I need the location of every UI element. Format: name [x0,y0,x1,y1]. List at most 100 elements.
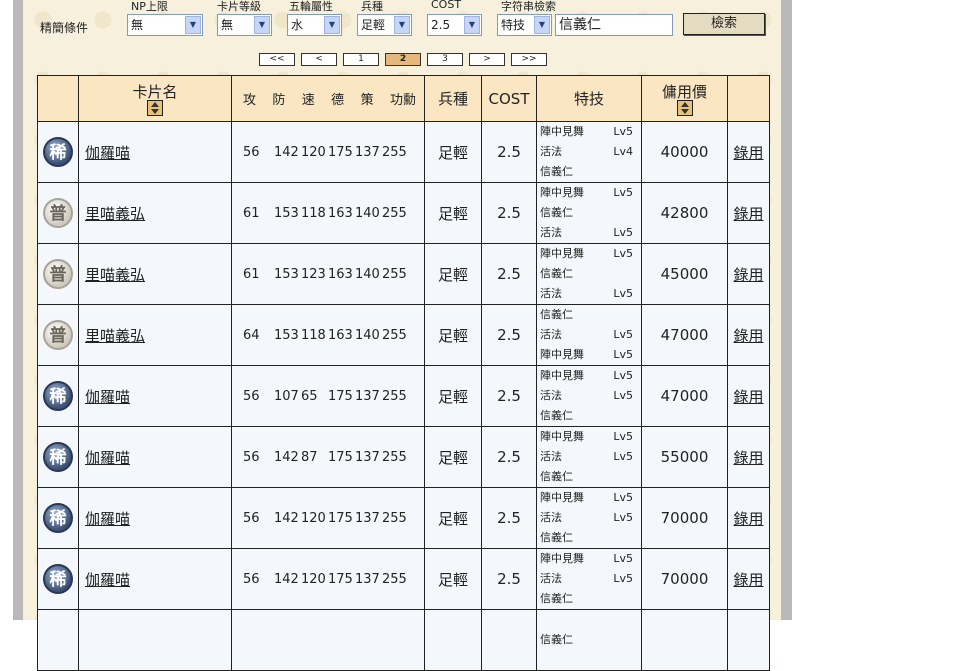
skill-level: Lv5 [613,430,633,443]
card-name-cell: 伽羅喵 [78,487,232,549]
chevron-down-icon[interactable]: ▼ [394,16,410,34]
stat-str: 137 [355,571,380,587]
pager-prev[interactable]: < [301,53,337,66]
skill-name: 信義仁 [540,470,573,483]
card-name-link[interactable]: 里喵義弘 [80,266,145,284]
action-cell: 錄用 [727,548,770,610]
skill-entry: 活法 Lv5 [540,223,641,243]
skill-name: 信義仁 [540,633,573,646]
skills-cell: 陣中見舞 Lv5 信義仁 活法 Lv5 [536,243,642,305]
unit-type-cell: 足輕 [424,426,482,488]
card-name-link[interactable]: 伽羅喵 [80,144,130,162]
stat-vir: 175 [328,144,353,160]
chevron-down-icon[interactable]: ▼ [185,16,201,34]
stat-atk: 56 [243,510,260,526]
search-input[interactable]: 信義仁 [555,14,673,36]
header-stat-merit: 功勳 [389,93,416,108]
pager-page-3[interactable]: 3 [427,53,463,66]
pager-page-1[interactable]: 1 [343,53,379,66]
skill-entry: 信義仁 [540,406,641,426]
unit-type-cell: 足輕 [424,548,482,610]
hire-link[interactable]: 錄用 [729,447,769,468]
cost-cell: 2.5 [481,548,537,610]
card-name-cell: 里喵義弘 [78,304,232,366]
stat-vir: 175 [328,510,353,526]
stats-cell: 61 153 118 163 140 255 [231,182,425,244]
card-level-value: 無 [221,18,234,32]
skill-level: Lv5 [613,450,633,463]
skill-name: 活法 [540,511,562,524]
skill-name: 陣中見舞 [540,348,584,361]
stat-spd: 87 [301,449,318,465]
skill-name: 活法 [540,572,562,585]
pager-next[interactable]: > [469,53,505,66]
hire-link[interactable]: 錄用 [729,203,769,224]
pager-last[interactable]: >> [511,53,547,66]
element-select[interactable]: 水 ▼ [287,14,342,36]
table-row: 稀伽羅喵 56 107 65 175 137 255 足輕 2.5 陣中見舞 Lv5 活法 Lv5 信義仁… [37,365,770,427]
hire-link[interactable]: 錄用 [729,508,769,529]
card-name-link[interactable]: 伽羅喵 [80,510,130,528]
unit-type-select[interactable]: 足輕 ▼ [357,14,412,36]
hire-link[interactable]: 錄用 [729,325,769,346]
price-cell: 47000 [641,365,728,427]
stat-str: 137 [355,510,380,526]
card-name-link[interactable]: 里喵義弘 [80,327,145,345]
search-button[interactable]: 檢索 [683,13,765,35]
sort-icon[interactable] [676,99,693,116]
card-name-cell [78,609,232,671]
hire-link[interactable]: 錄用 [729,264,769,285]
action-cell: 錄用 [727,121,770,183]
stat-vir: 175 [328,388,353,404]
cost-label: COST [431,0,462,11]
hire-link[interactable]: 錄用 [729,386,769,407]
unit-type-cell: 足輕 [424,243,482,305]
chevron-down-icon[interactable]: ▼ [534,16,550,34]
chevron-down-icon[interactable]: ▼ [254,16,270,34]
cost-cell: 2.5 [481,426,537,488]
skill-level: Lv5 [613,125,633,138]
stat-atk: 61 [243,205,260,221]
hire-link[interactable]: 錄用 [729,142,769,163]
chevron-down-icon[interactable]: ▼ [464,16,480,34]
skill-entry: 信義仁 [540,264,641,284]
card-name-link[interactable]: 伽羅喵 [80,388,130,406]
np-limit-label: NP上限 [131,0,168,13]
header-stat-spd: 速 [301,93,315,108]
card-name-link[interactable]: 里喵義弘 [80,205,145,223]
skill-name: 陣中見舞 [540,552,584,565]
stat-spd: 120 [301,510,326,526]
skill-entry: 活法 Lv5 [540,447,641,467]
card-name-link[interactable]: 伽羅喵 [80,571,130,589]
chevron-down-icon[interactable]: ▼ [324,16,340,34]
stat-vir: 163 [328,327,353,343]
card-level-select[interactable]: 無 ▼ [217,14,272,36]
action-cell: 錄用 [727,365,770,427]
stat-spd: 118 [301,205,326,221]
skill-name: 信義仁 [540,165,573,178]
skills-cell: 陣中見舞 Lv5 活法 Lv4 信義仁 [536,121,642,183]
stat-merit: 255 [382,144,407,160]
sort-icon[interactable] [147,99,163,116]
cost-select[interactable]: 2.5 ▼ [427,14,482,36]
hire-link[interactable]: 錄用 [729,569,769,590]
stat-atk: 56 [243,571,260,587]
pager-first[interactable]: << [259,53,295,66]
table-row: 稀伽羅喵 56 142 120 175 137 255 足輕 2.5 陣中見舞 Lv5 活法 Lv5 信義… [37,487,770,549]
skill-level: Lv5 [613,287,633,300]
rarity-badge-icon: 稀 [43,442,73,472]
card-name-cell: 里喵義弘 [78,243,232,305]
header-rarity [37,75,79,122]
pager-page-2-current[interactable]: 2 [385,53,421,66]
card-name-link[interactable]: 伽羅喵 [80,449,130,467]
search-type-select[interactable]: 特技 ▼ [497,14,552,36]
price-cell: 45000 [641,243,728,305]
action-cell: 錄用 [727,182,770,244]
skill-name: 信義仁 [540,308,573,321]
stat-atk: 56 [243,388,260,404]
np-limit-select[interactable]: 無 ▼ [127,14,203,36]
skill-entry: 陣中見舞 Lv5 [540,184,641,204]
table-row: 稀伽羅喵 56 142 87 175 137 255 足輕 2.5 陣中見舞 Lv5 活法 Lv5 信義仁… [37,426,770,488]
card-name-link[interactable] [80,631,86,649]
stat-str: 137 [355,388,380,404]
